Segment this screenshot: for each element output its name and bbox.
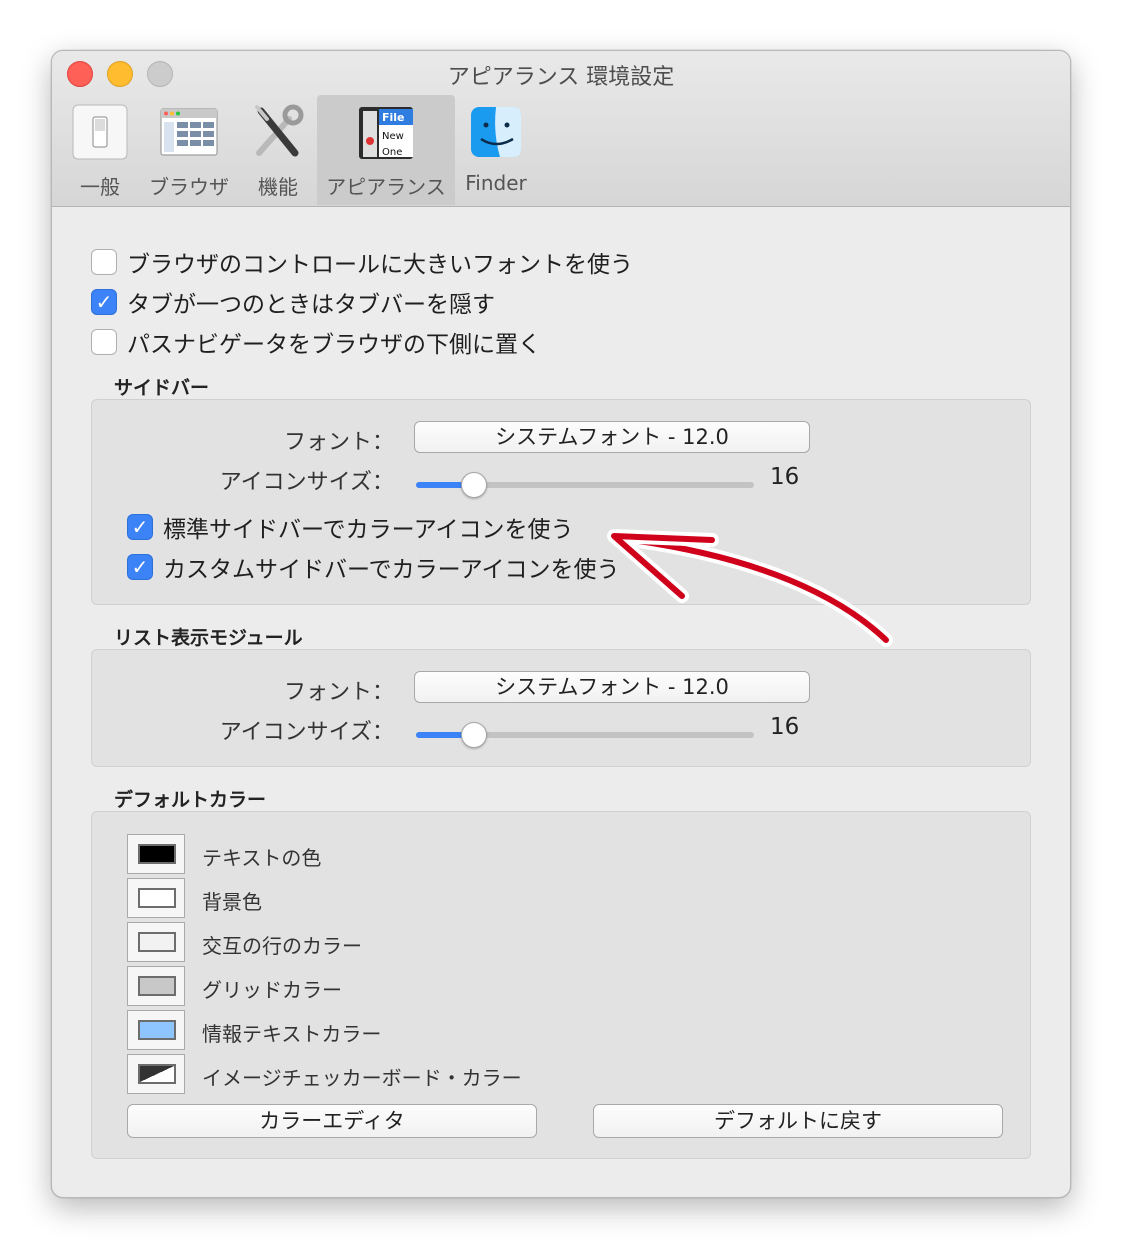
tab-browser-label: ブラウザ xyxy=(149,175,229,199)
sidebar-group: フォント： システムフォント - 12.0 アイコンサイズ： 16 ✓ 標準サイ… xyxy=(91,399,1031,605)
window-title: アピアランス 環境設定 xyxy=(447,65,675,90)
alternate-row-color-well[interactable] xyxy=(127,922,185,962)
text-color-swatch xyxy=(138,844,176,864)
standard-sidebar-color-icons-checkbox[interactable]: ✓ xyxy=(127,514,153,540)
sidebar-icon-size-label: アイコンサイズ： xyxy=(219,470,394,495)
titlebar: アピアランス 環境設定 一般 ブラウザ 機能 File New One アピアラ… xyxy=(52,51,1070,207)
browser-window-icon xyxy=(160,103,218,161)
list-view-icon-size-knob[interactable] xyxy=(461,722,487,748)
tab-features[interactable]: 機能 xyxy=(238,95,318,205)
appearance-menu-icon: File New One xyxy=(357,103,415,161)
option-large-control-font[interactable]: ブラウザのコントロールに大きいフォントを使う xyxy=(91,247,633,278)
background-color-swatch xyxy=(138,888,176,908)
alternate-row-color-swatch xyxy=(138,932,176,952)
info-text-color-swatch xyxy=(138,1020,176,1040)
color-editor-button[interactable]: カラーエディタ xyxy=(127,1104,537,1138)
finder-icon xyxy=(467,103,525,161)
tab-appearance[interactable]: File New One アピアランス xyxy=(317,95,455,205)
appearance-icon-file-text: File xyxy=(382,111,405,124)
custom-sidebar-color-icons-checkbox[interactable]: ✓ xyxy=(127,554,153,580)
path-navigator-bottom-label: パスナビゲータをブラウザの下側に置く xyxy=(127,332,541,358)
default-colors-section-title: デフォルトカラー xyxy=(114,789,267,811)
background-color-label: 背景色 xyxy=(202,890,262,914)
sidebar-icon-size-value: 16 xyxy=(770,464,800,490)
list-view-icon-size-label: アイコンサイズ： xyxy=(219,720,394,745)
tab-general-label: 一般 xyxy=(80,175,120,199)
checkerboard-color-swatch xyxy=(138,1064,176,1084)
sidebar-font-label: フォント： xyxy=(283,430,394,455)
tab-appearance-label: アピアランス xyxy=(326,175,446,199)
appearance-icon-new-text: New xyxy=(382,131,404,142)
list-view-section-title: リスト表示モジュール xyxy=(114,627,303,649)
option-custom-sidebar-color-icons[interactable]: ✓ カスタムサイドバーでカラーアイコンを使う xyxy=(127,552,620,583)
checkerboard-color-label: イメージチェッカーボード・カラー xyxy=(202,1066,522,1090)
sidebar-font-button[interactable]: システムフォント - 12.0 xyxy=(414,421,810,453)
sidebar-icon-size-knob[interactable] xyxy=(461,472,487,498)
alternate-row-color-label: 交互の行のカラー xyxy=(202,934,362,958)
large-control-font-checkbox[interactable] xyxy=(91,249,117,275)
restore-defaults-button[interactable]: デフォルトに戻す xyxy=(593,1104,1003,1138)
grid-color-label: グリッドカラー xyxy=(202,978,342,1002)
list-view-font-label: フォント： xyxy=(283,680,394,705)
sidebar-icon-size-slider[interactable] xyxy=(416,472,754,498)
info-text-color-label: 情報テキストカラー xyxy=(202,1022,382,1046)
tab-browser[interactable]: ブラウザ xyxy=(144,95,234,205)
custom-sidebar-color-icons-label: カスタムサイドバーでカラーアイコンを使う xyxy=(163,557,620,583)
text-color-label: テキストの色 xyxy=(202,846,322,870)
option-standard-sidebar-color-icons[interactable]: ✓ 標準サイドバーでカラーアイコンを使う xyxy=(127,512,574,543)
tab-features-label: 機能 xyxy=(258,175,298,199)
grid-color-well[interactable] xyxy=(127,966,185,1006)
large-control-font-label: ブラウザのコントロールに大きいフォントを使う xyxy=(127,252,633,278)
tools-icon xyxy=(249,103,307,161)
appearance-pane: ブラウザのコントロールに大きいフォントを使う ✓ タブが一つのときはタブバーを隠… xyxy=(52,207,1070,1197)
standard-sidebar-color-icons-label: 標準サイドバーでカラーアイコンを使う xyxy=(163,517,574,543)
hide-single-tab-bar-checkbox[interactable]: ✓ xyxy=(91,289,117,315)
path-navigator-bottom-checkbox[interactable] xyxy=(91,329,117,355)
switch-icon xyxy=(71,103,129,161)
checkerboard-color-well[interactable] xyxy=(127,1054,185,1094)
grid-color-swatch xyxy=(138,976,176,996)
sidebar-section-title: サイドバー xyxy=(114,377,210,399)
tab-general[interactable]: 一般 xyxy=(60,95,140,205)
background-color-well[interactable] xyxy=(127,878,185,918)
option-path-navigator-bottom[interactable]: パスナビゲータをブラウザの下側に置く xyxy=(91,327,541,358)
list-view-group: フォント： システムフォント - 12.0 アイコンサイズ： 16 xyxy=(91,649,1031,767)
appearance-icon-one-text: One xyxy=(382,147,402,158)
list-view-font-button[interactable]: システムフォント - 12.0 xyxy=(414,671,810,703)
list-view-icon-size-slider[interactable] xyxy=(416,722,754,748)
option-hide-single-tab-bar[interactable]: ✓ タブが一つのときはタブバーを隠す xyxy=(91,287,495,318)
default-colors-group: テキストの色 背景色 交互の行のカラー グリッドカラー 情報テキストカラー イメ… xyxy=(91,811,1031,1159)
info-text-color-well[interactable] xyxy=(127,1010,185,1050)
text-color-well[interactable] xyxy=(127,834,185,874)
list-view-icon-size-value: 16 xyxy=(770,714,800,740)
tab-finder[interactable]: Finder xyxy=(456,95,536,205)
preferences-window: アピアランス 環境設定 一般 ブラウザ 機能 File New One アピアラ… xyxy=(51,50,1071,1198)
tab-finder-label: Finder xyxy=(465,171,527,195)
hide-single-tab-bar-label: タブが一つのときはタブバーを隠す xyxy=(127,292,495,318)
